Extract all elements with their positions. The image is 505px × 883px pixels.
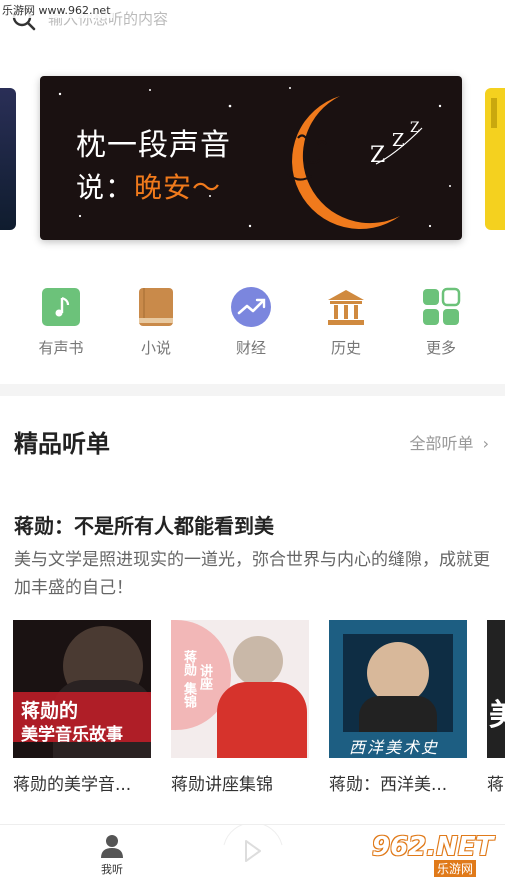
category-row: 有声书 小说 财经 历史 更多 [0,286,505,366]
category-history[interactable]: 历史 [316,286,376,358]
music-book-icon [42,288,80,326]
card-cover: 蒋勋的 美学音乐故事 [13,620,151,758]
playlist-card[interactable]: 美 蒋 [487,620,505,795]
category-label: 更多 [425,339,456,357]
category-novel[interactable]: 小说 [126,286,186,358]
tab-me[interactable]: 我听 [92,833,132,877]
card-title: 蒋勋的美学音... [13,775,132,795]
card-cover: 美 [487,620,505,758]
card-cover: 西洋美术史 [329,620,467,758]
banner-slide[interactable]: Z Z Z 枕一段声音 说：晚安～ [40,76,462,240]
section-title: 精品听单 [14,430,110,458]
trend-icon [231,287,271,327]
person-icon [101,835,123,858]
card-title: 蒋勋：西洋美... [329,775,448,795]
banner-prev-slide[interactable] [0,88,16,230]
category-label: 有声书 [38,339,84,357]
svg-text:Z: Z [392,130,405,151]
chevron-right-icon: › [482,434,489,453]
svg-text:Z: Z [370,143,385,168]
category-audiobook[interactable]: 有声书 [31,286,91,358]
playlist-card[interactable]: 西洋美术史 蒋勋：西洋美... [329,620,467,795]
section-divider [0,384,505,396]
category-label: 财经 [235,339,266,357]
category-finance[interactable]: 财经 [221,286,281,358]
banner-line-2: 说：晚安～ [76,171,222,204]
banner-next-slide[interactable] [485,88,505,230]
app-screen: 输入你想听的内容 乐游网 www.962.net Z Z Z 枕一段声音 说：晚… [0,0,505,883]
view-all-link[interactable]: 全部听单 › [409,430,489,454]
play-icon[interactable] [222,825,284,875]
playlist-cards: 蒋勋的 美学音乐故事 蒋勋的美学音... 蒋勋 讲座 集锦 蒋勋讲座集锦 西洋美… [0,620,505,800]
banner-line-1: 枕一段声音 [76,128,231,163]
playlist-description: 美与文学是照进现实的一道光，弥合世界与内心的缝隙，成就更加丰盛的自己！ [14,550,490,598]
temple-icon [328,290,364,325]
card-title: 蒋 [487,775,504,795]
card-cover: 蒋勋 讲座 集锦 [171,620,309,758]
category-more[interactable]: 更多 [411,286,471,358]
card-title: 蒋勋讲座集锦 [171,775,273,795]
category-label: 小说 [140,339,171,357]
playlist-title[interactable]: 蒋勋：不是所有人都能看到美 [14,510,274,539]
watermark-top: 乐游网 www.962.net [0,2,113,18]
book-icon [139,288,173,326]
playlist-card[interactable]: 蒋勋 讲座 集锦 蒋勋讲座集锦 [171,620,309,795]
tab-me-label: 我听 [101,863,123,876]
category-label: 历史 [330,339,361,357]
grid-icon [423,287,461,325]
playlist-card[interactable]: 蒋勋的 美学音乐故事 蒋勋的美学音... [13,620,151,795]
watermark-bottom: 962.NET 乐游网 [372,832,494,877]
svg-text:Z: Z [410,120,420,136]
